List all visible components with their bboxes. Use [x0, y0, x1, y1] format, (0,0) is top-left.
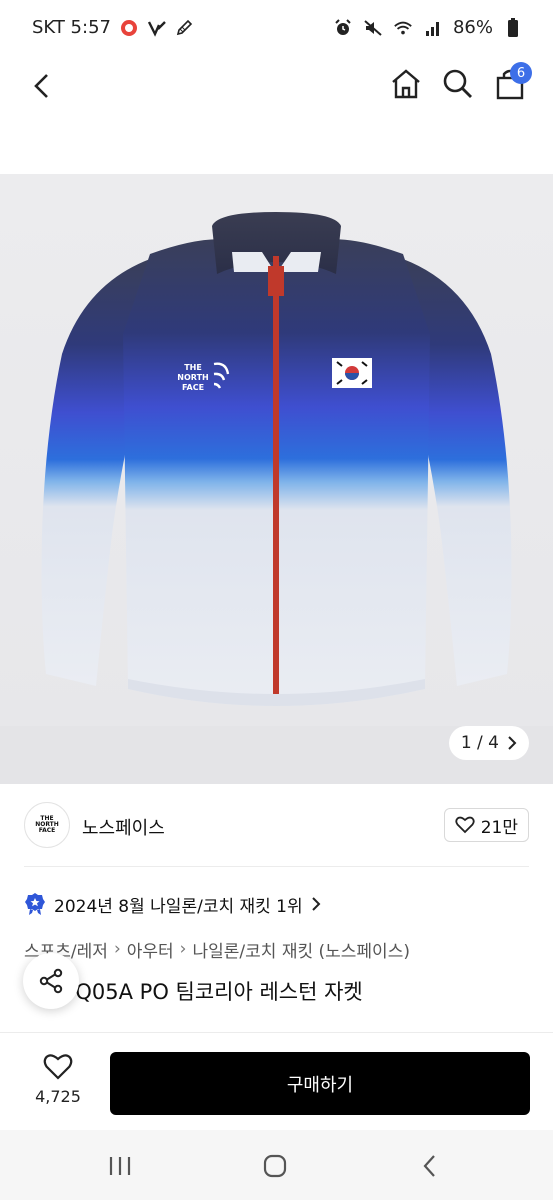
search-button[interactable]	[438, 64, 478, 104]
ranking-badge-icon	[24, 892, 46, 916]
back-button[interactable]	[24, 66, 60, 106]
brand-row: THE NORTH FACE 노스페이스 21만	[0, 800, 553, 850]
recent-apps-icon	[109, 1157, 131, 1175]
product-image-carousel[interactable]: THE NORTH FACE 1 / 4	[0, 174, 553, 784]
chevron-right-icon: ›	[113, 939, 121, 959]
status-bar: SKT 5:57 86%	[0, 0, 553, 58]
brand-name[interactable]: 노스페이스	[82, 814, 165, 840]
pencil-icon	[175, 18, 195, 38]
jacket-image: THE NORTH FACE	[41, 212, 512, 706]
product-title: 3Q05A PO 팀코리아 레스턴 자켓	[62, 980, 363, 1004]
brand-logo[interactable]: THE NORTH FACE	[24, 802, 70, 848]
brand-like-button[interactable]: 21만	[443, 808, 529, 842]
home-nav-button[interactable]	[255, 1148, 295, 1184]
carrier-time: SKT 5:57	[32, 17, 111, 38]
image-page-indicator[interactable]: 1 / 4	[448, 726, 529, 760]
app-header: 6	[0, 58, 553, 114]
brand-logo-text: THE NORTH FACE	[35, 816, 59, 834]
breadcrumb-outer[interactable]: 아우터	[127, 937, 174, 962]
status-right: 86%	[333, 17, 523, 38]
share-button[interactable]	[23, 953, 79, 1009]
back-nav-icon	[423, 1155, 435, 1177]
v-check-icon	[147, 18, 167, 38]
signal-icon	[423, 18, 443, 38]
breadcrumb-nylon-coach[interactable]: 나일론/코치 재킷 (노스페이스)	[192, 937, 409, 962]
page-indicator-text: 1 / 4	[460, 733, 499, 753]
cart-button[interactable]: 6	[490, 62, 532, 104]
home-icon	[392, 69, 420, 99]
back-nav-button[interactable]	[410, 1148, 450, 1184]
chevron-right-icon: ›	[179, 939, 187, 959]
mute-icon	[363, 18, 383, 38]
status-left: SKT 5:57	[32, 17, 195, 38]
heart-outline-icon	[43, 1054, 73, 1080]
search-icon	[443, 69, 472, 98]
wish-button[interactable]: 4,725	[26, 1053, 90, 1106]
cart-count-badge: 6	[510, 62, 532, 84]
chevron-right-icon	[508, 736, 517, 750]
chevron-right-icon	[311, 897, 321, 911]
system-nav-bar	[0, 1130, 553, 1200]
battery-percent: 86%	[452, 17, 493, 38]
product-page: SKT 5:57 86% 6 THE NORTH FACE 1 / 4 THE …	[0, 0, 553, 1200]
svg-text:FACE: FACE	[182, 383, 204, 392]
brand-like-count: 21만	[480, 817, 518, 838]
brand-logo-line: FACE	[38, 827, 56, 834]
ranking-link[interactable]: 2024년 8월 나일론/코치 재킷 1위	[24, 889, 321, 919]
svg-text:THE: THE	[184, 363, 202, 372]
home-button[interactable]	[386, 64, 426, 104]
divider	[24, 866, 529, 867]
share-icon	[39, 968, 63, 994]
home-circle-icon	[263, 1154, 287, 1178]
wish-count: 4,725	[35, 1087, 81, 1106]
alarm-icon	[333, 18, 353, 38]
purchase-bar: 4,725 구매하기	[0, 1032, 553, 1130]
recent-apps-button[interactable]	[100, 1148, 140, 1184]
no-entry-icon	[119, 18, 139, 38]
breadcrumb: 스포츠/레저 › 아우터 › 나일론/코치 재킷 (노스페이스)	[24, 937, 410, 962]
ranking-text: 2024년 8월 나일론/코치 재킷 1위	[54, 896, 303, 917]
battery-icon	[503, 17, 523, 38]
buy-button[interactable]: 구매하기	[110, 1052, 530, 1115]
wifi-icon	[393, 18, 413, 38]
heart-outline-icon	[455, 816, 475, 834]
svg-text:NORTH: NORTH	[177, 373, 208, 382]
chevron-left-icon	[34, 74, 48, 98]
